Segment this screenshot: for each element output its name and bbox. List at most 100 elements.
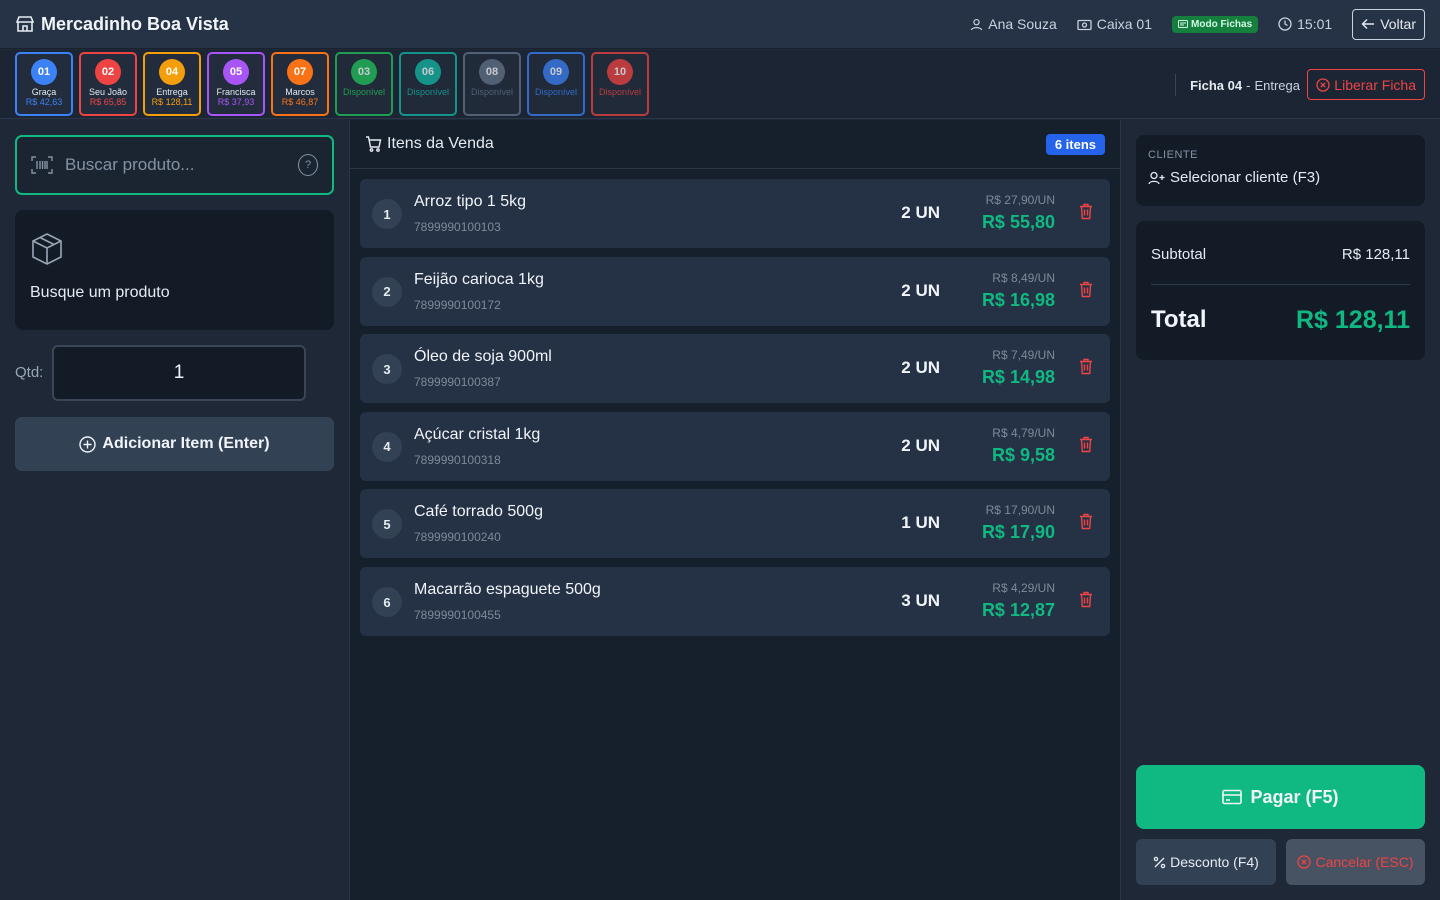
- ficha-03[interactable]: 03 Disponível: [335, 52, 393, 116]
- select-client-label: Selecionar cliente (F3): [1170, 169, 1321, 186]
- discount-label: Desconto (F4): [1170, 854, 1259, 870]
- ficha-number: 06: [415, 59, 441, 85]
- sale-item-row[interactable]: 2 Feijão carioca 1kg 7899990100172 2 UN R$ 8…: [360, 256, 1110, 326]
- mode-label: Modo Fichas: [1191, 18, 1253, 30]
- item-quantity: 2 UN: [901, 435, 940, 455]
- item-quantity: 2 UN: [901, 280, 940, 300]
- sale-item-row[interactable]: 4 Açúcar cristal 1kg 7899990100318 2 UN R$ 4…: [360, 411, 1110, 481]
- pay-button[interactable]: Pagar (F5): [1136, 765, 1425, 829]
- ficha-10[interactable]: 10 Disponível: [591, 52, 649, 116]
- user-plus-icon: [1148, 171, 1165, 185]
- delete-item-button[interactable]: [1079, 436, 1093, 453]
- sale-item-row[interactable]: 3 Óleo de soja 900ml 7899990100387 2 UN R$ 7…: [360, 334, 1110, 404]
- item-name: Arroz tipo 1 5kg: [414, 193, 527, 210]
- product-entry-panel: ? Busque um produto Qtd: Adicionar Item …: [0, 120, 349, 900]
- item-barcode: 7899990100172: [414, 297, 501, 312]
- ficha-name: Seu João: [88, 87, 128, 97]
- ficha-number: 05: [223, 59, 249, 85]
- ficha-bar: 01 Graça R$ 42,63 02 Seu João R$ 65,85 04 Entre…: [0, 50, 1440, 119]
- quantity-input[interactable]: [52, 345, 306, 401]
- product-search[interactable]: ?: [15, 135, 334, 195]
- select-client-button[interactable]: Selecionar cliente (F3): [1148, 169, 1413, 186]
- item-unit-price: R$ 17,90/UN: [985, 503, 1055, 518]
- credit-card-icon: [1222, 789, 1243, 805]
- delete-item-button[interactable]: [1079, 203, 1093, 220]
- sale-items-header: Itens da Venda 6 itens: [350, 120, 1120, 169]
- add-item-button[interactable]: Adicionar Item (Enter): [15, 417, 334, 471]
- store-icon: [15, 14, 35, 34]
- delete-item-button[interactable]: [1079, 281, 1093, 298]
- item-index: 5: [372, 509, 402, 540]
- ficha-number: 07: [287, 59, 313, 85]
- item-total: R$ 55,80: [981, 212, 1055, 232]
- ficha-separator: -: [1246, 77, 1251, 93]
- discount-button[interactable]: Desconto (F4): [1136, 839, 1276, 885]
- client-caption: CLIENTE: [1148, 149, 1198, 161]
- trash-icon: [1079, 203, 1093, 220]
- release-ficha-button[interactable]: Liberar Ficha: [1307, 69, 1425, 100]
- sale-item-row[interactable]: 1 Arroz tipo 1 5kg 7899990100103 2 UN R$ 27,…: [360, 179, 1110, 248]
- barcode-icon: [31, 156, 53, 174]
- sale-item-row[interactable]: 5 Café torrado 500g 7899990100240 1 UN R$ 17…: [360, 489, 1110, 559]
- delete-item-button[interactable]: [1079, 513, 1093, 530]
- ficha-07[interactable]: 07 Marcos R$ 46,87: [271, 52, 329, 116]
- item-index: 2: [372, 276, 402, 307]
- back-button[interactable]: Voltar: [1352, 8, 1425, 40]
- ficha-name: Entrega: [156, 87, 188, 97]
- ficha-value: R$ 65,85: [89, 97, 127, 107]
- item-index: 3: [372, 354, 402, 385]
- app-brand: Mercadinho Boa Vista: [15, 14, 229, 35]
- subtotal-row: Subtotal R$ 128,11: [1151, 221, 1410, 285]
- clock-time: 15:01: [1297, 16, 1333, 32]
- current-ficha-name: Entrega: [1254, 77, 1300, 93]
- plus-circle-icon: [79, 435, 97, 453]
- cancel-label: Cancelar (ESC): [1315, 854, 1414, 870]
- checkout-panel: CLIENTE Selecionar cliente (F3) Subtotal…: [1121, 120, 1440, 900]
- clock: 15:01: [1278, 16, 1332, 32]
- item-quantity: 2 UN: [901, 203, 940, 222]
- ficha-number: 03: [351, 59, 377, 85]
- current-ficha-label: Ficha 04: [1190, 77, 1243, 93]
- item-total: R$ 17,90: [981, 522, 1055, 543]
- client-box[interactable]: CLIENTE Selecionar cliente (F3): [1136, 135, 1425, 206]
- ficha-09[interactable]: 09 Disponível: [527, 52, 585, 116]
- ficha-04[interactable]: 04 Entrega R$ 128,11: [143, 52, 201, 116]
- pay-label: Pagar (F5): [1250, 786, 1339, 807]
- item-unit-price: R$ 4,29/UN: [992, 581, 1055, 595]
- top-header: Mercadinho Boa Vista Ana Souza Caixa 01 …: [0, 0, 1440, 49]
- item-barcode: 7899990100387: [414, 375, 501, 390]
- item-total: R$ 9,58: [991, 444, 1055, 465]
- ficha-06[interactable]: 06 Disponível: [399, 52, 457, 116]
- total-row: Total R$ 128,11: [1151, 285, 1410, 355]
- cancel-button[interactable]: Cancelar (ESC): [1286, 839, 1425, 885]
- ficha-05[interactable]: 05 Francisca R$ 37,93: [207, 52, 265, 116]
- item-index: 4: [372, 431, 402, 462]
- item-quantity: 3 UN: [901, 591, 940, 610]
- ficha-01[interactable]: 01 Graça R$ 42,63: [15, 52, 73, 116]
- trash-icon: [1079, 513, 1093, 530]
- sale-item-row[interactable]: 6 Macarrão espaguete 500g 7899990100455 3 U…: [360, 567, 1110, 636]
- delete-item-button[interactable]: [1079, 358, 1093, 375]
- ficha-02[interactable]: 02 Seu João R$ 65,85: [79, 52, 137, 116]
- item-quantity: 2 UN: [901, 358, 940, 378]
- item-unit-price: R$ 4,79/UN: [992, 425, 1055, 440]
- total-value: R$ 128,11: [1296, 305, 1410, 334]
- box-icon: [30, 232, 319, 266]
- item-name: Feijão carioca 1kg: [414, 270, 544, 288]
- item-index: 6: [372, 587, 402, 617]
- x-circle-icon: [1297, 855, 1312, 869]
- item-barcode: 7899990100103: [414, 220, 501, 234]
- help-icon[interactable]: ?: [298, 154, 318, 176]
- ficha-number: 08: [479, 59, 505, 85]
- clock-icon: [1278, 17, 1292, 31]
- ficha-08[interactable]: 08 Disponível: [463, 52, 521, 116]
- item-total: R$ 12,87: [981, 600, 1055, 620]
- add-item-label: Adicionar Item (Enter): [102, 435, 270, 452]
- ficha-value: R$ 46,87: [281, 97, 319, 107]
- delete-item-button[interactable]: [1079, 591, 1093, 608]
- search-input[interactable]: [65, 155, 286, 175]
- ficha-name: Disponível: [534, 87, 578, 97]
- mode-badge: Modo Fichas: [1172, 15, 1259, 33]
- user-name: Ana Souza: [988, 16, 1057, 32]
- item-name: Café torrado 500g: [414, 503, 543, 521]
